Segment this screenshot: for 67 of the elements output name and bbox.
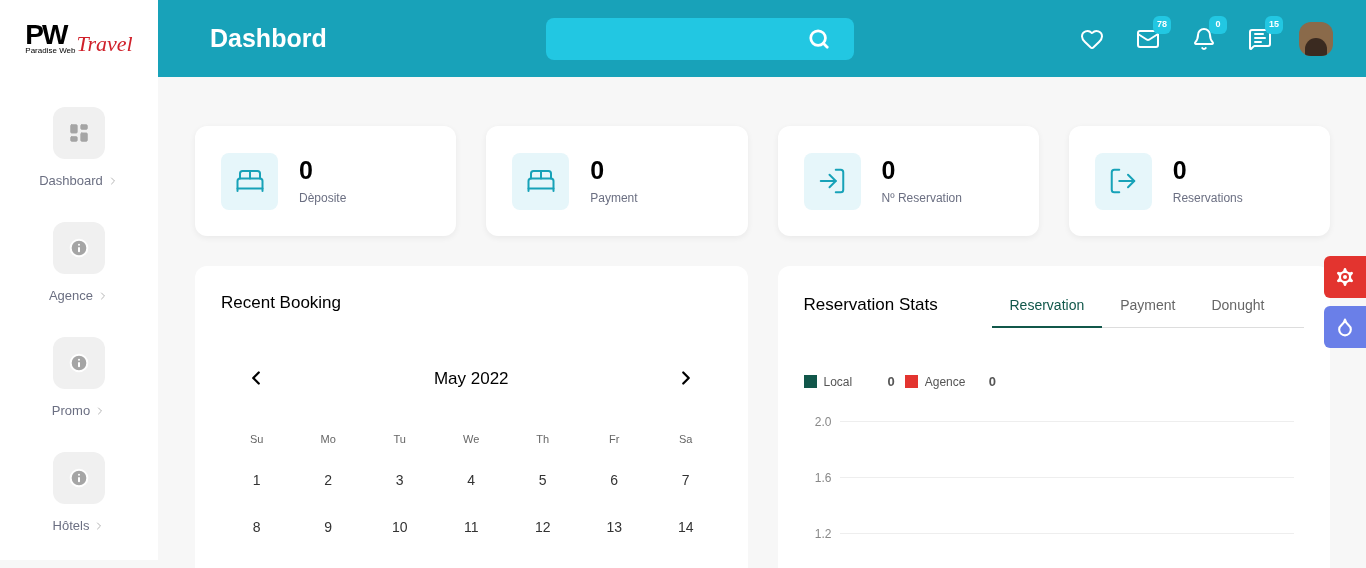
sign-in-icon bbox=[817, 166, 847, 196]
badge: 0 bbox=[1209, 15, 1227, 34]
calendar-day[interactable]: 4 bbox=[435, 469, 507, 491]
calendar-day[interactable]: 11 bbox=[435, 516, 507, 538]
sidebar-item[interactable]: Hôtels bbox=[52, 516, 106, 536]
menu-icon-tile[interactable] bbox=[53, 337, 105, 389]
tab[interactable]: Reservation bbox=[991, 290, 1103, 328]
info-icon bbox=[69, 238, 89, 258]
stat-value: 0 bbox=[299, 155, 314, 185]
search-icon[interactable] bbox=[808, 27, 830, 50]
calendar-day[interactable]: 5 bbox=[507, 469, 579, 491]
weekday-label: Th bbox=[535, 432, 551, 447]
weekday-label: Sa bbox=[678, 432, 694, 447]
weekday-label: Tu bbox=[392, 432, 407, 447]
axis-tick-label: 1.6 bbox=[813, 469, 833, 486]
stat-label: Payment bbox=[590, 190, 638, 207]
calendar-day[interactable]: 12 bbox=[507, 516, 579, 538]
tab[interactable]: Payment bbox=[1102, 290, 1194, 328]
stat-label: Nº Reservation bbox=[881, 190, 962, 207]
search-field[interactable] bbox=[546, 17, 854, 60]
month-label: May 2022 bbox=[433, 367, 509, 390]
info-icon bbox=[69, 468, 89, 488]
weekday-label: Fr bbox=[608, 432, 621, 447]
dashboard-icon bbox=[68, 122, 90, 144]
weekday-label: Su bbox=[249, 432, 265, 447]
sidebar-item[interactable]: Agence bbox=[48, 286, 110, 306]
weekday-label: We bbox=[462, 432, 481, 447]
axis-tick-label: 2.0 bbox=[813, 413, 833, 430]
tab[interactable]: Donught bbox=[1193, 290, 1283, 328]
calendar-day[interactable]: 10 bbox=[364, 516, 436, 538]
calendar-day[interactable]: 7 bbox=[650, 469, 722, 491]
page-title: Dashbord bbox=[210, 22, 328, 54]
card-title: Reservation Stats bbox=[803, 294, 939, 316]
axis-tick-label: 1.2 bbox=[813, 525, 833, 542]
stat-value: 0 bbox=[590, 155, 606, 185]
calendar-day[interactable]: 9 bbox=[292, 516, 364, 538]
calendar-day[interactable]: 13 bbox=[578, 516, 650, 538]
badge: 78 bbox=[1153, 15, 1171, 34]
menu-icon-tile[interactable] bbox=[53, 452, 105, 504]
menu-icon-tile[interactable] bbox=[53, 222, 105, 274]
legend-label: Local bbox=[823, 373, 854, 391]
legend-value: 0 bbox=[988, 373, 996, 391]
calendar-day[interactable]: 2 bbox=[292, 469, 364, 491]
avatar-icon[interactable] bbox=[1299, 21, 1333, 56]
calendar-day[interactable]: 8 bbox=[221, 516, 293, 538]
stat-value: 0 bbox=[1172, 155, 1188, 185]
stat-label: Dèposite bbox=[299, 190, 347, 207]
settings-button[interactable] bbox=[1324, 256, 1366, 298]
calendar-day[interactable]: 1 bbox=[221, 469, 293, 491]
menu-icon-tile[interactable] bbox=[53, 107, 105, 159]
badge: 15 bbox=[1265, 15, 1283, 34]
calendar-day[interactable]: 14 bbox=[650, 516, 722, 538]
sidebar-item[interactable]: Dashboard bbox=[39, 171, 119, 191]
theme-button[interactable] bbox=[1324, 306, 1366, 348]
calendar-day[interactable]: 6 bbox=[578, 469, 650, 491]
stat-value: 0 bbox=[881, 155, 897, 185]
notification-icon[interactable] bbox=[1192, 26, 1216, 51]
weekday-label: Mo bbox=[319, 432, 337, 447]
sidebar-item[interactable]: Promo bbox=[51, 401, 107, 421]
card-title: Recent Booking bbox=[221, 292, 343, 314]
stat-label: Reservations bbox=[1172, 190, 1243, 207]
info-icon bbox=[69, 353, 89, 373]
legend-value: 0 bbox=[887, 373, 895, 391]
calendar-day[interactable]: 3 bbox=[364, 469, 436, 491]
drop-icon bbox=[1335, 317, 1355, 337]
chat-icon[interactable] bbox=[1248, 26, 1272, 51]
legend-label: Agence bbox=[924, 373, 967, 391]
